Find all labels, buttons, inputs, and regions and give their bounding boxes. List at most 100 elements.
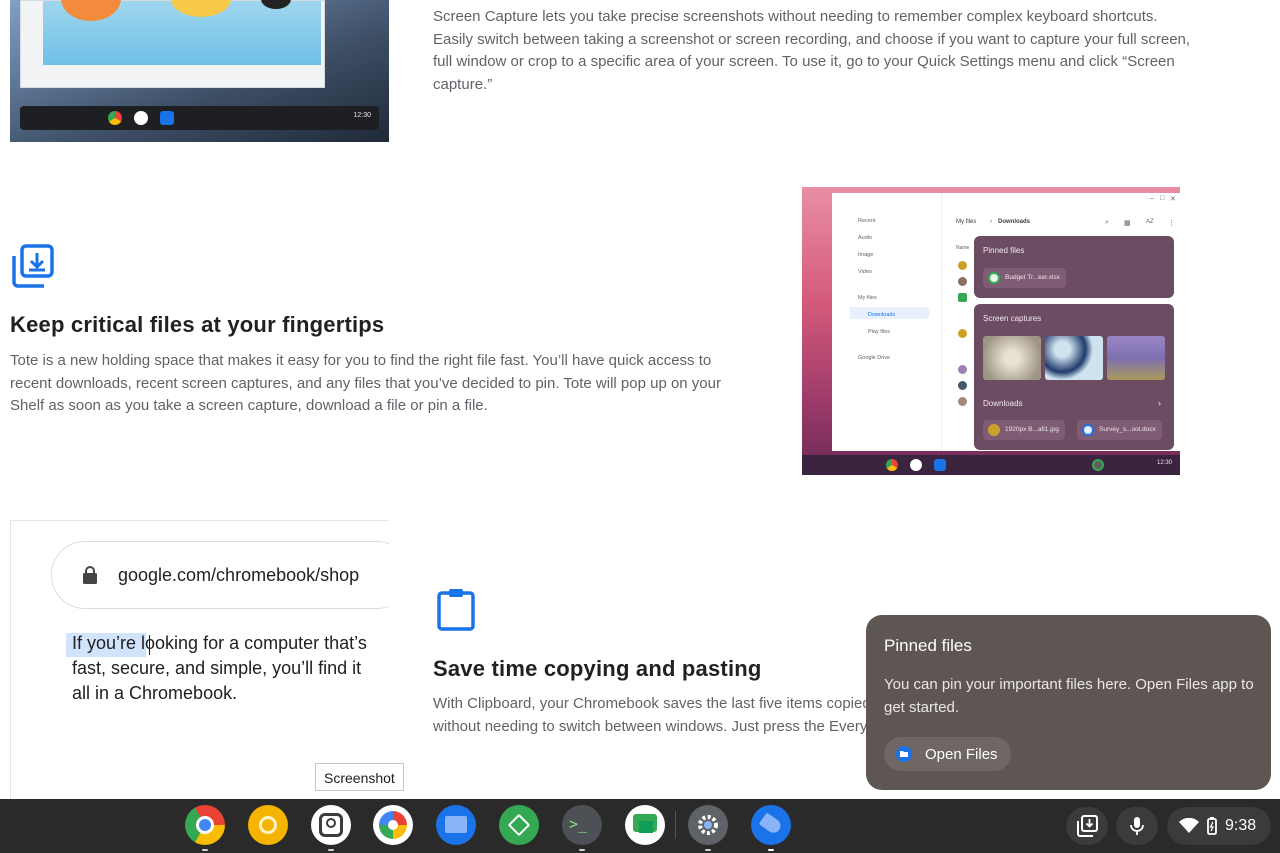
thumbnail-clock: 12:30 <box>1156 460 1172 466</box>
sidebar-item-my-files: My files <box>858 295 877 301</box>
screen-capture-thumb <box>1045 336 1103 380</box>
minimize-icon: – <box>1150 195 1154 202</box>
sheets-icon <box>988 272 1000 284</box>
breadcrumb-root: My files <box>956 219 977 225</box>
thumbnail-window <box>20 0 325 88</box>
screen-capture-thumb <box>1107 336 1165 380</box>
tote-icon <box>1077 815 1098 837</box>
download-file-name: 1920px B...afi1.jpg <box>1005 426 1059 433</box>
terminal-app-icon[interactable]: >_ <box>562 805 602 851</box>
list-item <box>958 397 967 406</box>
shelf: >_ 9:38 <box>0 799 1280 853</box>
microphone-icon <box>1130 817 1144 835</box>
download-file-chip: 1920px B...afi1.jpg <box>983 420 1065 440</box>
play-store-icon <box>134 111 148 125</box>
download-file-chip: Survey_s...ool.docx <box>1077 420 1162 440</box>
folder-icon <box>896 746 912 762</box>
sidebar-item-image: Image <box>858 252 874 258</box>
sidebar-item-video: Video <box>858 269 872 275</box>
thumbnail-clock: 12:30 <box>353 112 371 119</box>
files-icon <box>160 111 174 125</box>
shelf-clock: 9:38 <box>1225 817 1257 834</box>
thumbnail-shelf: 12:30 <box>802 455 1180 475</box>
google-chat-app-icon[interactable] <box>625 805 665 845</box>
chrome-canary-app-icon[interactable] <box>248 805 288 845</box>
thumbnail-shelf: 12:30 <box>20 106 379 130</box>
screen-capture-description: Screen Capture lets you take precise scr… <box>433 8 1191 93</box>
thumbnail-paragraph: If you’re looking for a computer that’s … <box>72 633 367 703</box>
thumbnail-omnibox: google.com/chromebook/shop <box>51 541 389 609</box>
open-files-button[interactable]: Open Files <box>884 737 1011 771</box>
close-icon: ✕ <box>1170 196 1176 203</box>
tote-shelf-icon <box>1092 459 1104 471</box>
pinned-file-chip: Budget Tr...ker.xlsx <box>983 268 1066 288</box>
text-cursor <box>149 635 150 655</box>
files-app-icon[interactable] <box>436 805 476 845</box>
battery-icon <box>1207 817 1217 835</box>
sidebar-item-google-drive: Google Drive <box>858 355 891 361</box>
sort-icon: AZ <box>1146 219 1154 225</box>
files-icon <box>934 459 946 471</box>
tote-tray-button[interactable] <box>1066 807 1108 845</box>
screenshot-tooltip: Screenshot <box>315 763 404 791</box>
chrome-app-icon[interactable] <box>185 805 225 851</box>
google-photos-app-icon[interactable] <box>373 805 413 845</box>
image-file-icon <box>988 424 1000 436</box>
tote-thumbnail: Recent Audio Image Video My files Downlo… <box>802 187 1180 475</box>
tote-icon <box>12 244 54 288</box>
list-item <box>958 293 967 302</box>
list-item <box>958 381 967 390</box>
files-sidebar: Recent Audio Image Video My files Downlo… <box>832 193 942 451</box>
clipboard-description-line: With Clipboard, your Chromebook saves th… <box>433 695 868 712</box>
maps-navigation-app-icon[interactable] <box>499 805 539 845</box>
microphone-tray-button[interactable] <box>1116 807 1158 845</box>
sidebar-item-downloads: Downloads <box>868 312 896 318</box>
tote-captures-title: Screen captures <box>983 314 1042 323</box>
list-item <box>958 261 967 270</box>
pinned-file-name: Budget Tr...ker.xlsx <box>1005 274 1060 281</box>
tote-downloads-title: Downloads <box>983 399 1023 408</box>
play-store-icon <box>910 459 922 471</box>
clipboard-icon <box>437 589 475 631</box>
sidebar-item-play-files: Play files <box>868 329 891 335</box>
shelf-separator <box>675 811 676 839</box>
tote-pinned-panel: Pinned files Budget Tr...ker.xlsx <box>974 236 1174 298</box>
docs-icon <box>1082 424 1094 436</box>
pinned-files-body: You can pin your important files here. O… <box>884 676 1254 716</box>
list-item <box>958 277 967 286</box>
thumbnail-url: google.com/chromebook/shop <box>118 565 360 585</box>
list-item <box>958 365 967 374</box>
wifi-icon <box>1179 818 1199 833</box>
chrome-icon <box>108 111 122 125</box>
more-icon: ⋮ <box>1168 220 1175 227</box>
breadcrumb-current: Downloads <box>998 219 1031 225</box>
open-files-label: Open Files <box>925 746 998 763</box>
breadcrumb-separator-icon: › <box>990 219 992 225</box>
page: 12:30 Screen Capture lets you take preci… <box>0 0 1280 853</box>
grid-view-icon: ▦ <box>1124 220 1131 227</box>
list-item <box>958 329 967 338</box>
clipboard-heading: Save time copying and pasting <box>433 656 762 681</box>
chrome-icon <box>886 459 898 471</box>
sidebar-item-audio: Audio <box>858 235 873 241</box>
chevron-right-icon: › <box>1158 398 1161 408</box>
tote-pinned-title: Pinned files <box>983 246 1025 255</box>
pinned-files-bubble: Pinned files You can pin your important … <box>866 615 1271 790</box>
sidebar-item-recent: Recent <box>858 218 876 224</box>
explore-app-icon[interactable] <box>751 805 791 851</box>
tote-description: Tote is a new holding space that makes i… <box>10 352 721 414</box>
search-icon: ⌕ <box>1105 219 1109 226</box>
clipboard-description-line: without needing to switch between window… <box>433 717 868 735</box>
gear-icon <box>698 815 718 835</box>
lock-icon <box>83 566 97 584</box>
clipboard-description: With Clipboard, your Chromebook saves th… <box>433 693 868 743</box>
maximize-icon: □ <box>1160 195 1165 202</box>
camera-app-icon[interactable] <box>311 805 351 851</box>
tote-captures-panel: Screen captures Downloads › 1920px B...a… <box>974 304 1174 450</box>
screen-capture-thumbnail: 12:30 <box>10 0 389 142</box>
status-area-button[interactable]: 9:38 <box>1167 807 1271 845</box>
settings-app-icon[interactable] <box>688 805 728 851</box>
screen-capture-thumb <box>983 336 1041 380</box>
tote-heading: Keep critical files at your fingertips <box>10 312 385 337</box>
pinned-files-title: Pinned files <box>884 636 972 655</box>
